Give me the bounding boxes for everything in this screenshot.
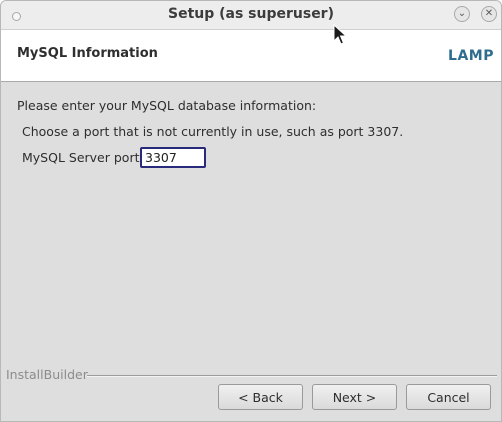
minimize-button[interactable]: ⌄ bbox=[454, 6, 470, 22]
intro-text: Please enter your MySQL database informa… bbox=[17, 98, 317, 113]
close-icon: ✕ bbox=[484, 8, 494, 19]
chevron-down-icon: ⌄ bbox=[457, 8, 467, 19]
mysql-port-input[interactable] bbox=[140, 147, 206, 168]
next-button[interactable]: Next > bbox=[312, 384, 397, 410]
port-label: MySQL Server port bbox=[22, 150, 140, 165]
cancel-button[interactable]: Cancel bbox=[406, 384, 491, 410]
window-title: Setup (as superuser) bbox=[167, 6, 334, 22]
installbuilder-label: InstallBuilder bbox=[6, 367, 92, 382]
footer-divider bbox=[87, 375, 497, 377]
page-header: MySQL Information LAMP bbox=[1, 30, 501, 82]
port-hint-text: Choose a port that is not currently in u… bbox=[22, 124, 404, 139]
page-title: MySQL Information bbox=[17, 46, 158, 61]
lamp-logo: LAMP bbox=[448, 48, 494, 64]
setup-window: Setup (as superuser) ⌄ ✕ MySQL Informati… bbox=[0, 0, 502, 422]
close-button[interactable]: ✕ bbox=[481, 6, 497, 22]
back-button[interactable]: < Back bbox=[218, 384, 303, 410]
mouse-cursor-icon bbox=[333, 24, 347, 45]
title-bar[interactable]: Setup (as superuser) ⌄ ✕ bbox=[1, 1, 501, 30]
